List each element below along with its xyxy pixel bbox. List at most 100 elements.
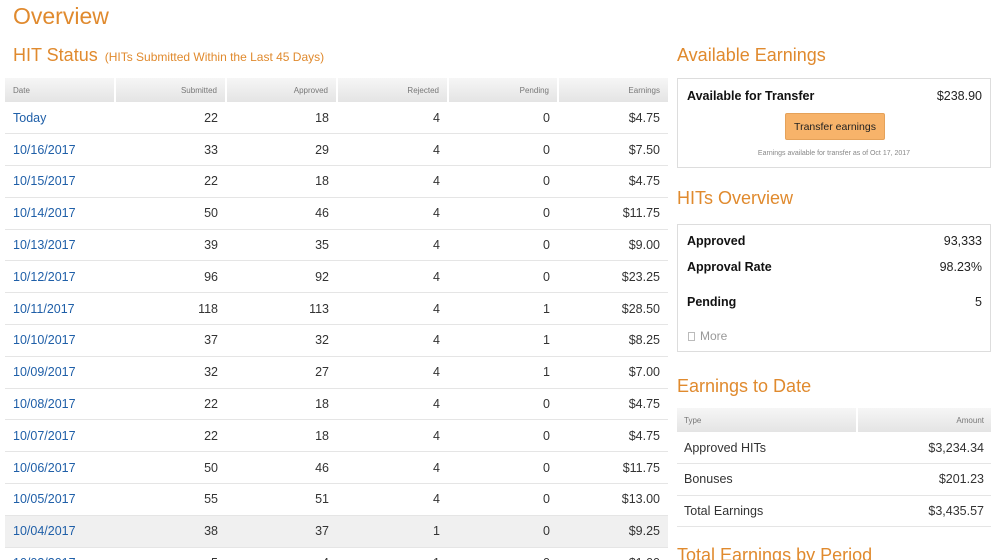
date-cell: 10/12/2017 xyxy=(5,260,115,294)
approved-cell: 32 xyxy=(226,324,337,357)
date-link[interactable]: 10/13/2017 xyxy=(13,238,76,252)
submitted-cell: 50 xyxy=(115,451,226,485)
approval-rate-label: Approval Rate xyxy=(687,260,772,274)
earnings-cell: $4.75 xyxy=(558,102,668,135)
earnings-cell: $1.00 xyxy=(558,547,668,560)
earnings-cell: $4.75 xyxy=(558,388,668,421)
earnings-cell: $9.25 xyxy=(558,515,668,548)
col-header-rejected[interactable]: Rejected xyxy=(336,78,448,102)
submitted-cell: 118 xyxy=(115,292,226,326)
approved-cell: 18 xyxy=(226,102,337,135)
date-cell: 10/09/2017 xyxy=(5,356,115,389)
pending-cell: 0 xyxy=(448,388,558,421)
submitted-cell: 22 xyxy=(115,165,226,198)
date-link[interactable]: 10/05/2017 xyxy=(13,492,76,506)
earnings-to-date-table: Type Amount Approved HITs $3,234.34 Bonu… xyxy=(677,408,991,527)
hits-overview-panel: Approved 93,333 Approval Rate 98.23% Pen… xyxy=(677,224,991,352)
submitted-cell: 37 xyxy=(115,324,226,357)
submitted-cell: 38 xyxy=(115,515,226,548)
pending-cell: 0 xyxy=(448,102,558,135)
rejected-cell: 4 xyxy=(337,356,448,389)
pending-row: Pending 5 xyxy=(687,295,982,309)
submitted-cell: 96 xyxy=(115,260,226,294)
date-link[interactable]: 10/14/2017 xyxy=(13,206,76,220)
approved-cell: 18 xyxy=(226,388,337,421)
rejected-cell: 4 xyxy=(337,197,448,230)
earning-amount: $3,234.34 xyxy=(857,432,991,464)
approved-cell: 37 xyxy=(226,515,337,548)
date-link[interactable]: 10/12/2017 xyxy=(13,270,76,284)
rejected-cell: 4 xyxy=(337,133,448,167)
earnings-cell: $9.00 xyxy=(558,229,668,262)
pending-cell: 0 xyxy=(448,547,558,560)
approved-row: Approved 93,333 xyxy=(687,234,982,248)
earnings-cell: $11.75 xyxy=(558,451,668,485)
col-header-date[interactable]: Date xyxy=(5,78,115,102)
date-link[interactable]: 10/11/2017 xyxy=(13,302,75,316)
col-header-pending[interactable]: Pending xyxy=(447,78,558,102)
date-link[interactable]: 10/06/2017 xyxy=(13,461,76,475)
col-header-type: Type xyxy=(677,408,857,432)
approved-cell: 35 xyxy=(226,229,337,262)
table-row: Today 22 18 4 0 $4.75 xyxy=(5,102,668,135)
approved-cell: 46 xyxy=(226,451,337,485)
more-link[interactable]: More xyxy=(688,329,727,343)
date-link[interactable]: 10/15/2017 xyxy=(13,174,76,188)
date-link[interactable]: 10/09/2017 xyxy=(13,365,76,379)
available-transfer-label: Available for Transfer xyxy=(687,89,815,103)
pending-cell: 1 xyxy=(448,324,558,357)
hit-status-table: Date Submitted Approved Rejected Pending… xyxy=(5,78,668,560)
earnings-cell: $23.25 xyxy=(558,260,668,294)
earnings-to-date-heading: Earnings to Date xyxy=(677,376,812,396)
approved-cell: 27 xyxy=(226,356,337,389)
available-earnings-heading: Available Earnings xyxy=(677,45,826,65)
date-cell: 10/14/2017 xyxy=(5,197,115,230)
rejected-cell: 4 xyxy=(337,165,448,198)
date-link[interactable]: 10/04/2017 xyxy=(13,524,76,538)
pending-cell: 0 xyxy=(448,229,558,262)
rejected-cell: 4 xyxy=(337,229,448,262)
date-link[interactable]: 10/16/2017 xyxy=(13,143,76,157)
hit-status-title: HIT Status xyxy=(13,45,98,65)
rejected-cell: 4 xyxy=(337,102,448,135)
pending-cell: 0 xyxy=(448,197,558,230)
table-row: 10/05/2017 55 51 4 0 $13.00 xyxy=(5,483,668,516)
date-link[interactable]: Today xyxy=(13,111,46,125)
date-cell: 10/16/2017 xyxy=(5,133,115,167)
expand-icon xyxy=(688,332,695,341)
earnings-cell: $4.75 xyxy=(558,419,668,453)
available-transfer-value: $238.90 xyxy=(936,89,982,103)
date-link[interactable]: 10/03/2017 xyxy=(13,556,76,560)
more-label: More xyxy=(700,329,728,343)
date-link[interactable]: 10/08/2017 xyxy=(13,397,76,411)
col-header-approved[interactable]: Approved xyxy=(225,78,337,102)
date-cell: Today xyxy=(5,102,115,135)
pending-cell: 0 xyxy=(448,260,558,294)
col-header-submitted[interactable]: Submitted xyxy=(114,78,226,102)
available-transfer-row: Available for Transfer $238.90 xyxy=(687,89,982,103)
earning-type: Bonuses xyxy=(677,463,857,496)
col-header-earnings[interactable]: Earnings xyxy=(557,78,668,102)
pending-cell: 0 xyxy=(448,515,558,548)
table-header-row: Date Submitted Approved Rejected Pending… xyxy=(5,78,668,102)
earning-amount: $201.23 xyxy=(857,463,991,496)
transfer-earnings-button[interactable]: Transfer earnings xyxy=(785,113,885,140)
date-cell: 10/10/2017 xyxy=(5,324,115,357)
table-header-row: Type Amount xyxy=(677,408,991,432)
pending-value: 5 xyxy=(975,295,982,309)
date-link[interactable]: 10/10/2017 xyxy=(13,333,76,347)
submitted-cell: 22 xyxy=(115,419,226,453)
earnings-cell: $11.75 xyxy=(558,197,668,230)
submitted-cell: 5 xyxy=(115,547,226,560)
rejected-cell: 4 xyxy=(337,292,448,326)
date-link[interactable]: 10/07/2017 xyxy=(13,429,76,443)
pending-label: Pending xyxy=(687,295,737,309)
pending-cell: 0 xyxy=(448,483,558,516)
date-cell: 10/15/2017 xyxy=(5,165,115,198)
rejected-cell: 4 xyxy=(337,260,448,294)
table-row: 10/09/2017 32 27 4 1 $7.00 xyxy=(5,356,668,389)
table-row: 10/16/2017 33 29 4 0 $7.50 xyxy=(5,133,668,167)
submitted-cell: 32 xyxy=(115,356,226,389)
table-row: Approved HITs $3,234.34 xyxy=(677,432,991,464)
submitted-cell: 22 xyxy=(115,102,226,135)
